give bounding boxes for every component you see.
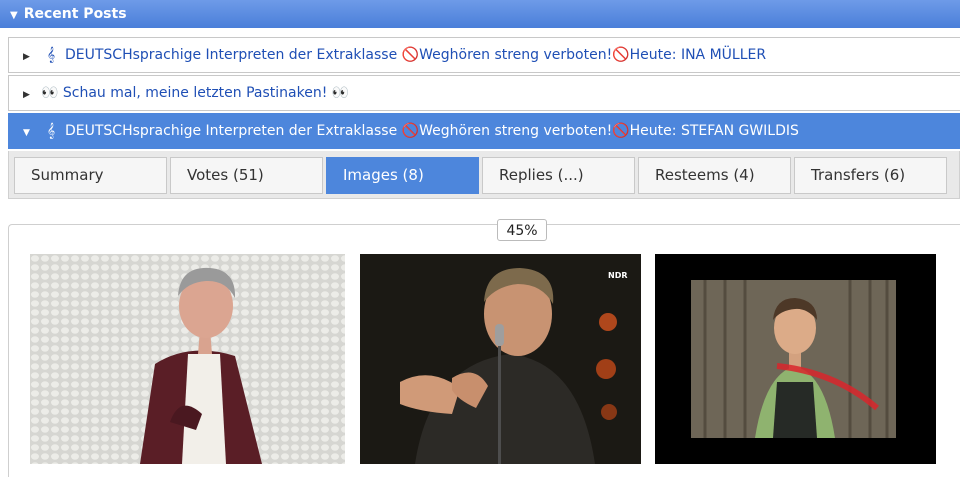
post-title-middle: Weghören streng verboten!: [419, 123, 613, 139]
singer-on-stage-photo[interactable]: NDR: [360, 254, 641, 464]
photo-2-graphic: [360, 254, 641, 464]
collapse-arrow-icon[interactable]: ▼: [23, 116, 31, 148]
eyes-icon: 👀: [41, 85, 59, 101]
header-title: Recent Posts: [23, 6, 127, 22]
post-title-prefix: DEUTSCHsprachige Interpreten der Extrakl…: [65, 47, 402, 63]
photo-3-graphic: [655, 254, 936, 464]
channel-watermark: NDR: [608, 271, 628, 280]
tab-resteems[interactable]: Resteems (4): [638, 157, 791, 194]
post-title: Schau mal, meine letzten Pastinaken!: [62, 85, 328, 101]
collapse-triangle-icon: ▼: [10, 10, 18, 21]
prohibited-icon: 🚫: [612, 123, 630, 139]
photo-1-graphic: [30, 254, 345, 464]
man-in-jacket-photo[interactable]: [30, 254, 345, 464]
tab-transfers[interactable]: Transfers (6): [794, 157, 947, 194]
expand-arrow-icon[interactable]: ▶: [23, 40, 31, 72]
post-tabs: Summary Votes (51) Images (8) Replies (.…: [8, 151, 960, 199]
tab-votes[interactable]: Votes (51): [170, 157, 323, 194]
progress-track: [8, 224, 960, 238]
expand-arrow-icon[interactable]: ▶: [23, 78, 31, 110]
eyes-icon: 👀: [331, 85, 350, 101]
prohibited-icon: 🚫: [401, 123, 420, 139]
post-title-suffix: Heute: INA MÜLLER: [629, 47, 767, 63]
post-row[interactable]: ▶ 👀 Schau mal, meine letzten Pastinaken! …: [8, 75, 960, 111]
post-row-active[interactable]: ▼ 𝄞 DEUTSCHsprachige Interpreten der Extra…: [8, 113, 960, 149]
boy-on-stage-photo[interactable]: [655, 254, 936, 464]
post-list: ▶ 𝄞 DEUTSCHsprachige Interpreten der Extra…: [8, 37, 960, 151]
tab-summary[interactable]: Summary: [14, 157, 167, 194]
recent-posts-header[interactable]: ▼ Recent Posts: [0, 0, 960, 28]
tab-images[interactable]: Images (8): [326, 157, 479, 194]
post-title-prefix: DEUTSCHsprachige Interpreten der Extrakl…: [65, 123, 402, 139]
music-note-icon: 𝄞: [46, 47, 56, 63]
post-row[interactable]: ▶ 𝄞 DEUTSCHsprachige Interpreten der Extra…: [8, 37, 960, 73]
tab-replies[interactable]: Replies (...): [482, 157, 635, 194]
music-note-icon: 𝄞: [46, 123, 56, 139]
post-title-middle: Weghören streng verboten!: [419, 47, 613, 63]
post-title-suffix: Heute: STEFAN GWILDIS: [629, 123, 799, 139]
prohibited-icon: 🚫: [401, 47, 420, 63]
prohibited-icon: 🚫: [612, 47, 630, 63]
